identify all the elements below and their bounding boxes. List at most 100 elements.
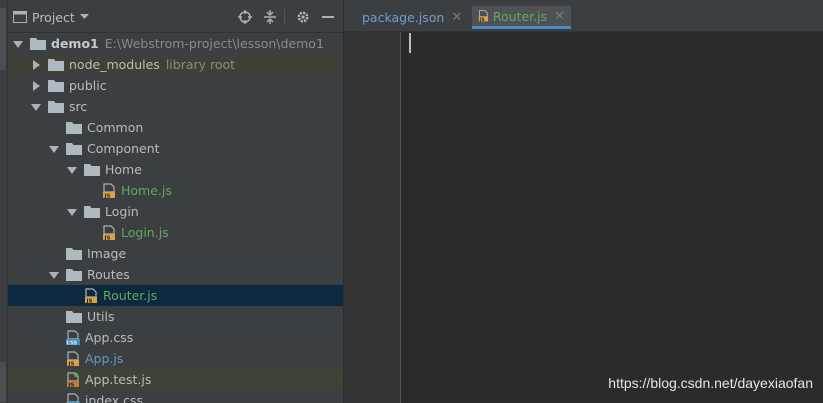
js-file-icon: JS [478, 10, 489, 23]
project-icon [13, 11, 27, 23]
tab-label: package.json [362, 10, 445, 25]
tree-item-label: demo1 [51, 36, 99, 51]
project-view-dropdown[interactable]: Project [13, 8, 89, 26]
close-icon[interactable]: ✕ [451, 10, 462, 25]
folder-icon [66, 268, 82, 281]
tree-item-label: public [69, 78, 107, 93]
project-view-label: Project [32, 9, 75, 25]
tree-file-row[interactable]: JS Router.js [8, 285, 343, 306]
chevron-down-icon[interactable] [48, 269, 60, 281]
tree-item-hint: library root [165, 57, 236, 72]
tree-item-label: App.css [85, 330, 134, 345]
chevron-down-icon [79, 14, 89, 19]
arrow-spacer [48, 122, 60, 134]
tree-folder-row[interactable]: Image [8, 243, 343, 264]
css-file-icon: CSS [66, 392, 80, 403]
tab-router-js[interactable]: JS Router.js ✕ [472, 6, 571, 29]
tree-folder-row[interactable]: Login [8, 201, 343, 222]
folder-icon [30, 37, 46, 50]
project-tool-tab[interactable] [0, 8, 6, 70]
tree-file-row[interactable]: JS App.js [8, 348, 343, 369]
js-file-icon: JS [84, 287, 98, 304]
test-js-file-icon: JS [66, 371, 80, 388]
tree-item-label: App.test.js [85, 372, 152, 387]
tree-item-label: Utils [87, 309, 115, 324]
tree-item-label: node_modules [69, 57, 160, 72]
tab-label: Router.js [492, 8, 548, 24]
tree-folder-row[interactable]: Common [8, 117, 343, 138]
minimize-icon[interactable] [319, 8, 337, 26]
tree-file-row[interactable]: JS App.test.js [8, 369, 343, 390]
svg-text:JS: JS [68, 382, 75, 388]
tree-item-label: Router.js [103, 288, 158, 303]
folder-icon [66, 142, 82, 155]
editor-area: {} package.json ✕ JS Router.js ✕ https:/… [344, 0, 823, 403]
locate-icon[interactable] [236, 8, 254, 26]
svg-text:JS: JS [104, 193, 111, 199]
tree-item-label: Home.js [121, 183, 172, 198]
svg-text:JS: JS [479, 17, 485, 23]
editor-tab-bar: {} package.json ✕ JS Router.js ✕ [344, 0, 823, 32]
svg-text:JS: JS [68, 361, 75, 367]
folder-icon [66, 310, 82, 323]
tree-item-label: App.js [85, 351, 124, 366]
chevron-down-icon[interactable] [30, 101, 42, 113]
chevron-down-icon[interactable] [12, 38, 24, 50]
tree-file-row[interactable]: JS Login.js [8, 222, 343, 243]
css-file-icon: CSS [66, 329, 80, 346]
tree-item-label: Login [105, 204, 139, 219]
close-icon[interactable]: ✕ [554, 9, 565, 24]
tree-folder-row[interactable]: Routes [8, 264, 343, 285]
tree-folder-row[interactable]: Utils [8, 306, 343, 327]
svg-text:CSS: CSS [67, 340, 78, 346]
tree-item-label: Home [105, 162, 142, 177]
favorites-tool-tab[interactable] [0, 362, 6, 402]
svg-text:JS: JS [104, 235, 111, 241]
tree-item-label: Login.js [121, 225, 169, 240]
tree-item-hint: E:\Webstrom-project\lesson\demo1 [104, 36, 324, 51]
tree-item-label: Image [87, 246, 127, 261]
folder-icon [84, 163, 100, 176]
tab-package-json[interactable]: {} package.json ✕ [352, 6, 466, 29]
chevron-down-icon[interactable] [48, 143, 60, 155]
arrow-spacer [48, 311, 60, 323]
project-panel-header: Project [8, 0, 343, 33]
header-divider [284, 9, 285, 25]
tree-item-label: index.css [85, 393, 144, 403]
gear-icon[interactable] [294, 8, 312, 26]
folder-icon [84, 205, 100, 218]
js-file-icon: JS [102, 224, 116, 241]
tree-folder-row[interactable]: node_modules library root [8, 54, 343, 75]
tree-folder-row[interactable]: demo1 E:\Webstrom-project\lesson\demo1 [8, 33, 343, 54]
chevron-right-icon[interactable] [30, 59, 42, 71]
tree-item-label: Component [87, 141, 160, 156]
js-file-icon: JS [66, 350, 80, 367]
tree-folder-row[interactable]: src [8, 96, 343, 117]
folder-icon [66, 247, 82, 260]
tool-window-strip [0, 0, 8, 403]
js-file-icon: JS [102, 182, 116, 199]
watermark: https://blog.csdn.net/dayexiaofan [608, 375, 813, 391]
folder-icon [48, 79, 64, 92]
tree-file-row[interactable]: JS Home.js [8, 180, 343, 201]
text-caret [409, 33, 411, 53]
folder-icon [66, 121, 82, 134]
chevron-right-icon[interactable] [30, 80, 42, 92]
chevron-down-icon[interactable] [66, 206, 78, 218]
svg-text:JS: JS [86, 298, 93, 304]
tree-folder-row[interactable]: public [8, 75, 343, 96]
tree-file-row[interactable]: CSS index.css [8, 390, 343, 403]
project-panel: Project demo1 E:\Webstrom-project\lesson\… [8, 0, 343, 403]
editor-gutter[interactable] [344, 32, 401, 403]
collapse-icon[interactable] [261, 8, 279, 26]
tree-item-label: Common [87, 120, 144, 135]
tree-folder-row[interactable]: Component [8, 138, 343, 159]
tree-folder-row[interactable]: Home [8, 159, 343, 180]
folder-icon [48, 58, 64, 71]
tree-item-label: src [69, 99, 88, 114]
tree-file-row[interactable]: CSS App.css [8, 327, 343, 348]
arrow-spacer [48, 248, 60, 260]
folder-icon [48, 100, 64, 113]
tree-item-label: Routes [87, 267, 130, 282]
chevron-down-icon[interactable] [66, 164, 78, 176]
